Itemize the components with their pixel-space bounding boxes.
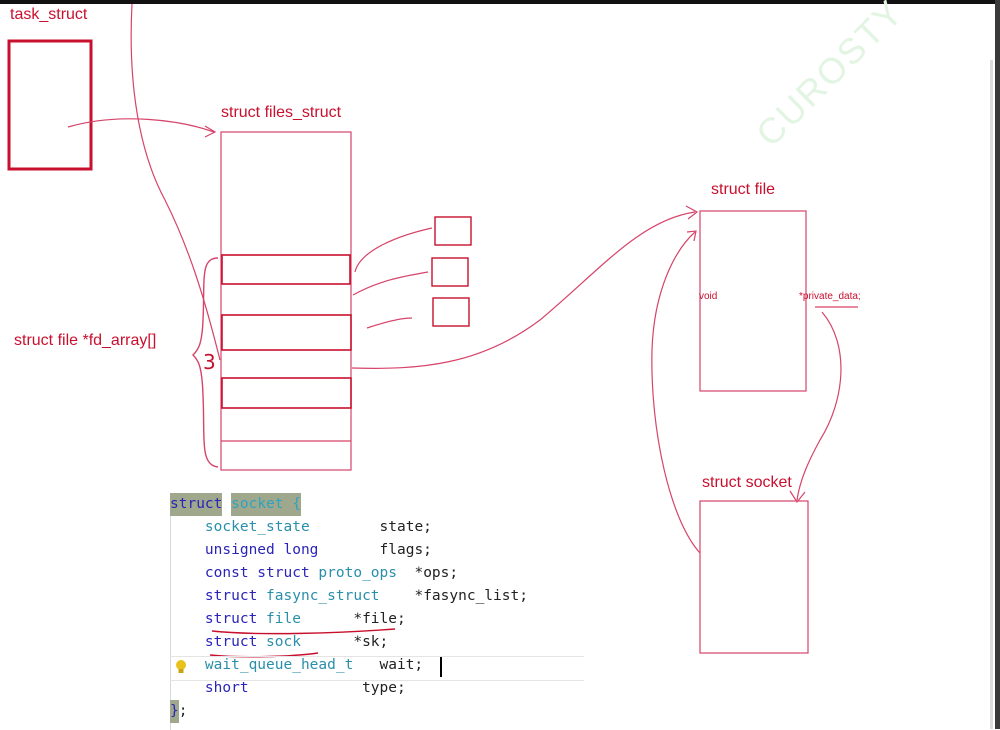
label-void: void: [699, 291, 718, 302]
code-token: sock: [266, 634, 301, 650]
code-token: short: [204, 680, 249, 696]
code-token: flags;: [318, 542, 432, 558]
files-struct-box: [220, 131, 352, 471]
code-line: struct file *file;: [170, 608, 406, 631]
code-token: struct: [204, 611, 258, 627]
label-private-data: *private_data;: [799, 291, 861, 302]
connector-1: [352, 271, 429, 296]
code-token: wait_queue_head_t: [204, 657, 354, 673]
label-task-struct: task_struct: [10, 6, 88, 23]
connector-0: [354, 227, 433, 273]
fd-slot-0: [221, 254, 351, 285]
code-token: wait;: [353, 657, 424, 673]
code-token: type;: [248, 680, 406, 696]
label-files-struct: struct files_struct: [221, 104, 342, 121]
arrow-head: [204, 125, 217, 138]
code-token: struct: [170, 493, 223, 516]
fd-slot-1: [221, 314, 352, 351]
small-box-0: [434, 216, 472, 246]
annotation-3: 3: [203, 350, 216, 374]
code-line: };: [170, 700, 187, 723]
code-token: state;: [309, 519, 432, 535]
connector-2: [366, 317, 413, 329]
arrow-file-to-socket: [796, 311, 842, 501]
code-line: struct fasync_struct *fasync_list;: [170, 585, 528, 608]
label-struct-socket: struct socket: [702, 474, 792, 491]
code-line: short type;: [170, 677, 406, 700]
small-box-2: [432, 297, 470, 327]
code-token: *file;: [300, 611, 406, 627]
code-line: struct sock *sk;: [170, 631, 388, 654]
code-token: ;: [178, 703, 188, 719]
code-line: wait_queue_head_t wait;: [170, 654, 423, 677]
label-fd-array: struct file *fd_array[]: [14, 332, 157, 349]
label-struct-file: struct file: [711, 181, 776, 198]
text-caret: [440, 657, 442, 677]
code-line: const struct proto_ops *ops;: [170, 562, 458, 585]
code-token: *fasync_list;: [379, 588, 528, 604]
small-box-1: [431, 257, 469, 287]
code-token: unsigned long: [204, 542, 319, 558]
code-token: struct: [204, 634, 258, 650]
code-token: const struct: [204, 565, 310, 581]
code-token: }: [170, 700, 179, 723]
code-line: socket_state state;: [170, 516, 432, 539]
code-token: socket {: [231, 493, 301, 516]
pen-stroke-vertical: [130, 3, 221, 361]
code-snippet: struct socket { socket_state state; unsi…: [170, 493, 584, 730]
fd-slot-2: [221, 377, 352, 409]
code-token: file: [266, 611, 301, 627]
code-token: proto_ops: [318, 565, 397, 581]
code-token: *ops;: [397, 565, 459, 581]
code-token: *sk;: [300, 634, 389, 650]
code-token: fasync_struct: [266, 588, 380, 604]
code-line: unsigned long flags;: [170, 539, 432, 562]
code-line: struct socket {: [170, 493, 301, 516]
code-token: struct: [204, 588, 258, 604]
task-struct-box: [7, 39, 93, 171]
code-token: socket_state: [204, 519, 310, 535]
arrow-socket-to-file: [651, 231, 701, 554]
struct-socket-box: [699, 500, 809, 654]
